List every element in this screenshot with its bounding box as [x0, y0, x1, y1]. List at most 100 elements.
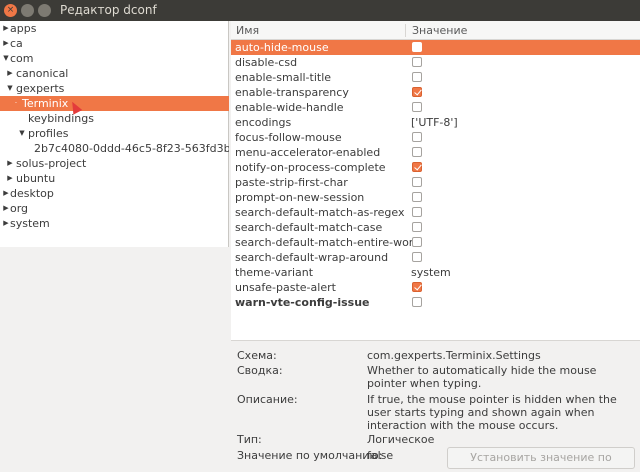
key-name: enable-transparency: [235, 86, 349, 99]
key-name: prompt-on-new-session: [235, 191, 365, 204]
collapsed-arrow-icon[interactable]: ▶: [2, 216, 10, 231]
tree-item-ca[interactable]: ▶ ca: [0, 36, 229, 51]
key-row-auto-hide-mouse[interactable]: auto-hide-mouse: [231, 40, 640, 55]
collapsed-arrow-icon[interactable]: ▶: [2, 201, 10, 216]
tree-item-profiles[interactable]: ▼ profiles: [0, 126, 229, 141]
key-row-menu-accelerator-enabled[interactable]: menu-accelerator-enabled: [231, 145, 640, 160]
value-checkbox[interactable]: [412, 252, 422, 262]
tree-item-profile-uuid[interactable]: 2b7c4080-0ddd-46c5-8f23-563fd3ba789d: [0, 141, 229, 156]
value-checkbox[interactable]: [412, 222, 422, 232]
key-row-search-default-match-case[interactable]: search-default-match-case: [231, 220, 640, 235]
tree-empty-area: [0, 247, 229, 472]
tree-item-label: org: [10, 202, 29, 215]
value-checkbox[interactable]: [412, 57, 422, 67]
type-value: Логическое: [367, 433, 435, 446]
key-row-theme-variant[interactable]: theme-variant system: [231, 265, 640, 280]
key-row-prompt-on-new-session[interactable]: prompt-on-new-session: [231, 190, 640, 205]
tree-item-system[interactable]: ▶ system: [0, 216, 229, 231]
key-name: theme-variant: [235, 266, 314, 279]
tree-item-label: gexperts: [16, 82, 65, 95]
key-row-enable-transparency[interactable]: enable-transparency: [231, 85, 640, 100]
key-row-search-default-wrap-around[interactable]: search-default-wrap-around: [231, 250, 640, 265]
key-row-notify-on-process-complete[interactable]: notify-on-process-complete: [231, 160, 640, 175]
collapsed-arrow-icon[interactable]: ▶: [6, 171, 14, 186]
key-row-enable-small-title[interactable]: enable-small-title: [231, 70, 640, 85]
tree-item-ubuntu[interactable]: ▶ ubuntu: [0, 171, 229, 186]
tree-item-label: 2b7c4080-0ddd-46c5-8f23-563fd3ba789d: [34, 142, 229, 155]
column-header-name[interactable]: Имя: [236, 24, 259, 37]
value-checkbox[interactable]: [412, 72, 422, 82]
tree-item-com[interactable]: ▼ com: [0, 51, 229, 66]
title-bar: × Редактор dconf: [0, 0, 640, 21]
key-name: paste-strip-first-char: [235, 176, 348, 189]
tree-item-label: com: [10, 52, 34, 65]
value-checkbox[interactable]: [412, 237, 422, 247]
key-row-focus-follow-mouse[interactable]: focus-follow-mouse: [231, 130, 640, 145]
key-row-disable-csd[interactable]: disable-csd: [231, 55, 640, 70]
key-name: disable-csd: [235, 56, 298, 69]
collapsed-arrow-icon[interactable]: ▶: [2, 186, 10, 201]
list-header: Имя Значение: [231, 21, 640, 40]
key-row-enable-wide-handle[interactable]: enable-wide-handle: [231, 100, 640, 115]
tree-item-org[interactable]: ▶ org: [0, 201, 229, 216]
tree-item-canonical[interactable]: ▶ canonical: [0, 66, 229, 81]
tree-item-label: desktop: [10, 187, 54, 200]
key-name: search-default-match-as-regex: [235, 206, 405, 219]
leaf-dot-icon: ·: [14, 99, 18, 107]
collapsed-arrow-icon[interactable]: ▶: [6, 66, 14, 81]
value-checkbox[interactable]: [412, 297, 422, 307]
key-row-search-default-match-entire-word[interactable]: search-default-match-entire-word: [231, 235, 640, 250]
key-value[interactable]: system: [411, 265, 451, 280]
expanded-arrow-icon[interactable]: ▼: [6, 81, 14, 96]
tree-item-keybindings[interactable]: keybindings: [0, 111, 229, 126]
collapsed-arrow-icon[interactable]: ▶: [2, 21, 10, 36]
key-row-encodings[interactable]: encodings ['UTF-8']: [231, 115, 640, 130]
tree-item-terminix[interactable]: · Terminix: [0, 96, 229, 111]
value-checkbox-checked[interactable]: [412, 282, 422, 292]
summary-value: Whether to automatically hide the mouse …: [367, 364, 597, 390]
set-default-button[interactable]: Установить значение по умолчанию: [447, 447, 635, 472]
key-row-unsafe-paste-alert[interactable]: unsafe-paste-alert: [231, 280, 640, 295]
schema-label: Схема:: [237, 349, 277, 362]
value-checkbox[interactable]: [412, 147, 422, 157]
key-name: enable-wide-handle: [235, 101, 344, 114]
summary-label: Сводка:: [237, 364, 283, 377]
key-row-paste-strip-first-char[interactable]: paste-strip-first-char: [231, 175, 640, 190]
tree-item-gexperts[interactable]: ▼ gexperts: [0, 81, 229, 96]
tree-item-solus-project[interactable]: ▶ solus-project: [0, 156, 229, 171]
value-checkbox[interactable]: [412, 192, 422, 202]
value-checkbox[interactable]: [412, 102, 422, 112]
maximize-icon[interactable]: [38, 4, 51, 17]
key-value[interactable]: ['UTF-8']: [411, 115, 458, 130]
key-row-search-default-match-as-regex[interactable]: search-default-match-as-regex: [231, 205, 640, 220]
column-separator: [405, 24, 406, 37]
schema-value: com.gexperts.Terminix.Settings: [367, 349, 541, 362]
value-checkbox[interactable]: [412, 132, 422, 142]
key-row-warn-vte-config-issue[interactable]: warn-vte-config-issue: [231, 295, 640, 310]
column-header-value[interactable]: Значение: [412, 24, 467, 37]
value-checkbox-checked[interactable]: [412, 87, 422, 97]
minimize-icon[interactable]: [21, 4, 34, 17]
close-icon[interactable]: ×: [4, 4, 17, 17]
tree-item-apps[interactable]: ▶ apps: [0, 21, 229, 36]
key-name: enable-small-title: [235, 71, 332, 84]
description-value: If true, the mouse pointer is hidden whe…: [367, 393, 617, 432]
key-details-panel: Схема: com.gexperts.Terminix.Settings Св…: [231, 340, 640, 472]
tree-item-label: apps: [10, 22, 37, 35]
key-list: Имя Значение auto-hide-mouse disable-csd…: [231, 21, 640, 340]
key-name: search-default-match-entire-word: [235, 236, 421, 249]
expanded-arrow-icon[interactable]: ▼: [18, 126, 26, 141]
value-checkbox[interactable]: [412, 42, 422, 52]
key-name: search-default-match-case: [235, 221, 383, 234]
tree-item-label: ubuntu: [16, 172, 56, 185]
key-name: auto-hide-mouse: [235, 41, 329, 54]
value-checkbox[interactable]: [412, 177, 422, 187]
collapsed-arrow-icon[interactable]: ▶: [2, 36, 10, 51]
value-checkbox-checked[interactable]: [412, 162, 422, 172]
expanded-arrow-icon[interactable]: ▼: [2, 51, 10, 66]
tree-item-label: keybindings: [28, 112, 94, 125]
collapsed-arrow-icon[interactable]: ▶: [6, 156, 14, 171]
tree-item-desktop[interactable]: ▶ desktop: [0, 186, 229, 201]
value-checkbox[interactable]: [412, 207, 422, 217]
tree-item-label: ca: [10, 37, 23, 50]
